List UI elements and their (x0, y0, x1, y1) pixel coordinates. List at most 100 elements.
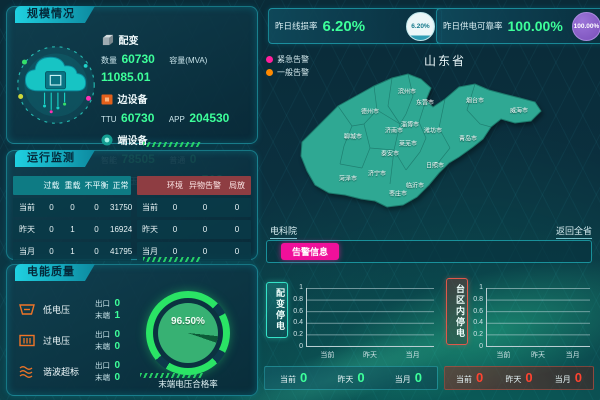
map-city-label[interactable]: 淄博市 (401, 120, 419, 129)
stat-item: 当前0 (280, 369, 307, 387)
chart-stats-bar: 当前0 昨天0 当月0 (444, 366, 594, 390)
cell: 1 (62, 247, 83, 256)
dashes-decoration (140, 373, 204, 378)
gauge-label: 末端电压合格率 (133, 378, 243, 390)
scale-row-edge: 边设备 TTU 60730 APP 204530 (101, 90, 253, 127)
gauge-value: 96.50% (158, 316, 218, 327)
table-header-row: 过载 重载 不平衡 正常 (13, 176, 131, 195)
kpi-value: 100.00% (508, 18, 572, 34)
scale-panel-title: 规模情况 (15, 6, 95, 23)
row-label: 当前 (137, 202, 163, 213)
purple-gauge-badge: 100.00% (572, 12, 600, 41)
y-tick: 0 (479, 343, 483, 350)
map-city-label[interactable]: 德州市 (361, 107, 379, 116)
kv-value: 1 (114, 310, 120, 321)
stat-item: 当月0 (555, 369, 582, 387)
stat-item: 当月0 (395, 369, 422, 387)
map-city-label[interactable]: 潍坊市 (424, 126, 442, 135)
harmonic-icon (19, 365, 35, 378)
cell: 0 (83, 203, 110, 212)
quality-panel-title: 电能质量 (15, 264, 95, 281)
terminal-device-icon (101, 134, 113, 146)
quality-item-name: 过电压 (43, 334, 95, 347)
cell: 0 (62, 203, 83, 212)
kpi-supply-reliability: 昨日供电可靠率 100.00% 100.00% (436, 8, 600, 44)
col-header: 环境 (163, 180, 187, 191)
map-city-label[interactable]: 青岛市 (459, 134, 477, 143)
kv-value: 0 (114, 372, 120, 383)
quality-item-low-voltage: 低电压 出口 0 末端 1 (19, 295, 149, 323)
row-label: 昨天 (137, 224, 163, 235)
quality-item-name: 低电压 (43, 303, 95, 316)
kv-value: 0 (114, 360, 120, 371)
kpi-value: 6.20% (323, 18, 406, 35)
over-voltage-icon (19, 334, 35, 347)
back-to-province-button[interactable]: 返回全省 (556, 224, 592, 239)
scale-row-name: 边设备 (117, 95, 147, 106)
y-tick: 1 (479, 284, 483, 291)
map-city-label[interactable]: 枣庄市 (389, 189, 407, 198)
scale-k1: TTU (101, 115, 117, 124)
quality-item-over-voltage: 过电压 出口 0 末端 0 (19, 326, 149, 354)
dashes-decoration (143, 257, 201, 262)
liquid-gauge-badge: 6.20% (406, 12, 435, 41)
y-tick: 0.6 (293, 308, 303, 315)
chart-plot-area (486, 288, 590, 347)
row-label: 昨天 (13, 224, 41, 235)
x-tick: 当前 (496, 350, 510, 360)
monitor-left-table: 过载 重载 不平衡 正常 当前 0 0 0 31750 昨天 0 1 0 169… (13, 173, 131, 261)
shandong-map[interactable]: 滨州市 东营市 烟台市 威海市 德州市 济南市 淄博市 潍坊市 青岛市 聊城市 … (282, 64, 572, 219)
cell: 0 (187, 203, 223, 212)
kv-label: 出口 (95, 299, 110, 308)
map-city-label[interactable]: 菏泽市 (339, 174, 357, 183)
x-tick: 昨天 (363, 350, 377, 360)
table-row: 当前 0 0 0 31750 (13, 198, 131, 217)
col-header: 局放 (223, 180, 251, 191)
map-city-label[interactable]: 滨州市 (398, 87, 416, 96)
scale-v1: 60730 (121, 52, 154, 66)
y-tick: 0.4 (473, 319, 483, 326)
urgent-alarm-dot-icon (266, 56, 273, 63)
map-city-label[interactable]: 烟台市 (466, 96, 484, 105)
voltage-gauge: 96.50% (146, 291, 230, 375)
y-axis-ticks: 1 0.8 0.6 0.4 0.2 0 (464, 284, 483, 350)
cell: 1 (62, 225, 83, 234)
scale-v2: 204530 (189, 111, 229, 125)
map-city-label[interactable]: 泰安市 (381, 149, 399, 158)
general-alarm-dot-icon (266, 69, 273, 76)
y-tick: 0.8 (473, 296, 483, 303)
x-axis-ticks: 当前 昨天 当月 (486, 350, 590, 360)
shandong-map-svg[interactable] (282, 64, 572, 219)
row-label: 当前 (13, 202, 41, 213)
map-city-label[interactable]: 东营市 (416, 98, 434, 107)
transformer-icon (101, 34, 114, 46)
kv-value: 0 (114, 329, 120, 340)
x-tick: 当月 (406, 350, 420, 360)
alarm-bar: 告警信息 (266, 240, 592, 263)
map-city-label[interactable]: 日照市 (426, 161, 444, 170)
x-tick: 昨天 (531, 350, 545, 360)
map-city-label[interactable]: 济宁市 (368, 169, 386, 178)
kpi-label: 昨日线损率 (275, 20, 318, 32)
quality-item-harmonic: 谐波超标 出口 0 末端 0 (19, 357, 149, 385)
scale-k2: 容量(MVA) (169, 56, 207, 65)
col-header: 过载 (41, 180, 62, 191)
monitor-panel-title: 运行监测 (15, 150, 95, 167)
cell: 41795 (110, 247, 132, 256)
cell: 16924 (110, 225, 132, 234)
edge-device-icon (101, 94, 113, 105)
map-city-label[interactable]: 莱芜市 (399, 139, 417, 148)
cell: 0 (163, 203, 187, 212)
scale-k1: 数量 (101, 56, 117, 65)
alarm-info-badge[interactable]: 告警信息 (281, 243, 339, 260)
cell: 0 (41, 203, 62, 212)
legend-label: 紧急告警 (277, 55, 309, 64)
map-city-label[interactable]: 临沂市 (406, 181, 424, 190)
y-tick: 1 (299, 284, 303, 291)
org-button[interactable]: 电科院 (270, 224, 297, 239)
kv-label: 出口 (95, 330, 110, 339)
scale-row-transformer: 配变 数量 60730 容量(MVA) 11085.01 (101, 31, 253, 86)
map-city-label[interactable]: 聊城市 (344, 132, 362, 141)
table-row: 当月 0 1 0 41795 (13, 242, 131, 261)
map-city-label[interactable]: 威海市 (510, 106, 528, 115)
